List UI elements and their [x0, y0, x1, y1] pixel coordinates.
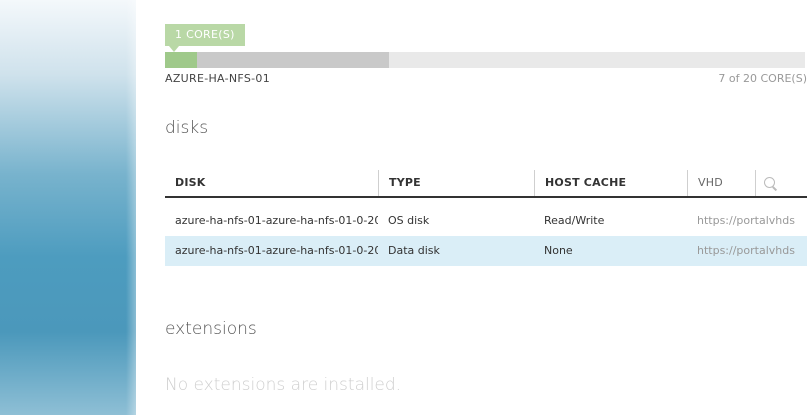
- disk-type-cell: Data disk: [388, 244, 440, 257]
- disk-name-cell: azure-ha-nfs-01-azure-ha-nfs-01-0-201...: [175, 214, 378, 227]
- extensions-section-title: extensions: [165, 319, 257, 339]
- host-cache-cell: None: [544, 244, 573, 257]
- search-icon: [764, 177, 775, 188]
- host-cache-cell: Read/Write: [544, 214, 605, 227]
- table-search-button[interactable]: [755, 170, 807, 196]
- sidebar: [0, 0, 136, 415]
- table-row[interactable]: azure-ha-nfs-01-azure-ha-nfs-01-0-201...…: [165, 236, 807, 266]
- core-usage-bar: [165, 52, 805, 68]
- column-header-disk[interactable]: DISK: [165, 170, 378, 196]
- main-content: 1 CORE(S) AZURE-HA-NFS-01 7 of 20 CORE(S…: [136, 0, 807, 415]
- column-header-vhd[interactable]: VHD: [687, 170, 755, 196]
- column-header-host-cache[interactable]: HOST CACHE: [534, 170, 687, 196]
- core-usage-tag: 1 CORE(S): [165, 24, 245, 52]
- extensions-empty-message: No extensions are installed.: [165, 375, 402, 395]
- disks-section-title: disks: [165, 118, 209, 138]
- core-usage-vm-segment: [165, 52, 197, 68]
- column-header-type[interactable]: TYPE: [378, 170, 534, 196]
- vhd-cell: https://portalvhds: [697, 214, 795, 227]
- table-header: DISK TYPE HOST CACHE VHD: [165, 170, 807, 198]
- disk-name-cell: azure-ha-nfs-01-azure-ha-nfs-01-0-201...: [175, 244, 378, 257]
- core-count: 7 of 20 CORE(S): [718, 72, 807, 85]
- vhd-cell: https://portalvhds: [697, 244, 795, 257]
- core-usage-used-segment: [165, 52, 389, 68]
- table-row[interactable]: azure-ha-nfs-01-azure-ha-nfs-01-0-201...…: [165, 206, 807, 236]
- disks-table: DISK TYPE HOST CACHE VHD azure-ha-nfs-01…: [165, 170, 807, 266]
- vm-name: AZURE-HA-NFS-01: [165, 72, 271, 85]
- disk-type-cell: OS disk: [388, 214, 430, 227]
